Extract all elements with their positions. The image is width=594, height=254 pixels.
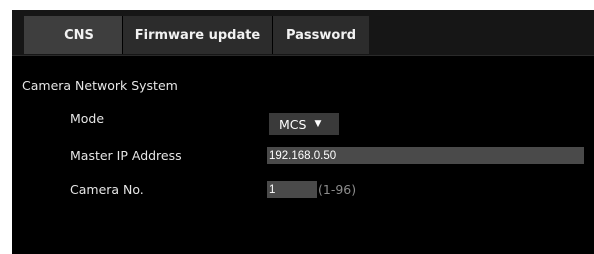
camera-no-label: Camera No. bbox=[70, 182, 144, 197]
tab-cns[interactable]: CNS bbox=[24, 16, 134, 54]
tab-password[interactable]: Password bbox=[272, 16, 369, 54]
chevron-down-icon: ▼ bbox=[314, 119, 322, 129]
section-title: Camera Network System bbox=[22, 78, 178, 93]
camera-no-range-hint: (1-96) bbox=[318, 182, 357, 197]
tab-divider bbox=[12, 55, 594, 56]
mode-select[interactable]: MCS ▼ bbox=[269, 113, 339, 135]
settings-panel: CNS Firmware update Password Camera Netw… bbox=[12, 10, 594, 254]
mode-label: Mode bbox=[70, 111, 105, 126]
master-ip-input[interactable]: 192.168.0.50 bbox=[267, 147, 584, 164]
master-ip-label: Master IP Address bbox=[70, 148, 182, 163]
tab-bar: CNS Firmware update Password bbox=[12, 10, 594, 55]
mode-value: MCS bbox=[279, 116, 307, 132]
tab-firmware-update[interactable]: Firmware update bbox=[122, 16, 272, 54]
camera-no-input[interactable]: 1 bbox=[267, 181, 317, 198]
